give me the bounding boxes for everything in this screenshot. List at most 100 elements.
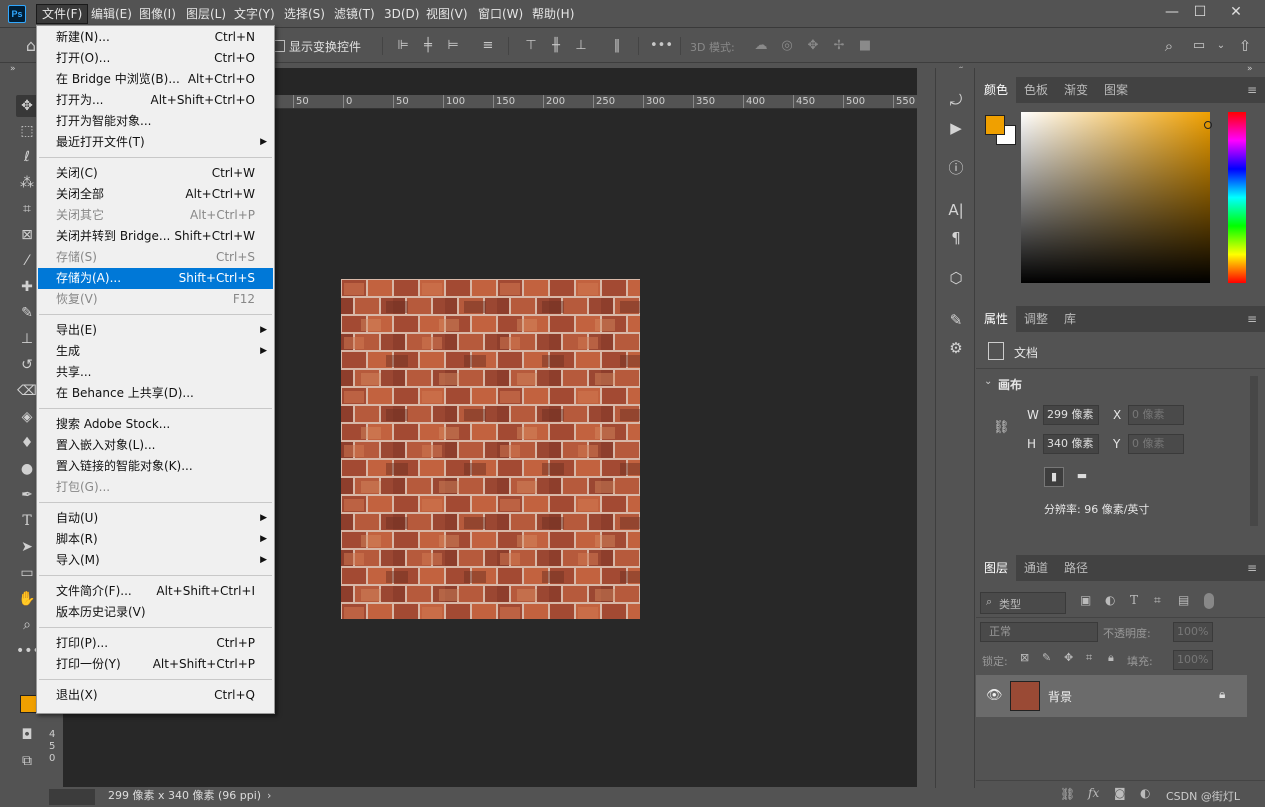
file-menu-item[interactable]: 在 Behance 上共享(D)... — [38, 383, 273, 404]
x-field[interactable]: 0 像素 — [1128, 405, 1184, 425]
type-tool-icon[interactable]: T — [16, 510, 38, 532]
edit-toolbar-icon[interactable]: ••• — [16, 640, 41, 662]
properties-scrollbar[interactable] — [1250, 376, 1258, 526]
info-panel-icon[interactable]: ⓘ — [944, 156, 968, 180]
lock-all-icon[interactable]: 🔒︎ — [1108, 651, 1114, 665]
zoom-tool-icon[interactable]: ⌕ — [16, 614, 38, 636]
blur-tool-icon[interactable]: ♦ — [16, 432, 38, 454]
align-hcenter-icon[interactable]: ╪ — [419, 37, 437, 55]
file-menu-item[interactable]: 退出(X) Ctrl+Q — [38, 685, 273, 706]
orbit-3d-icon[interactable]: ☁ — [752, 37, 770, 55]
menu-file[interactable]: 文件(F) — [36, 4, 89, 24]
pen-tool-icon[interactable]: ✒ — [16, 484, 38, 506]
align-vcenter-icon[interactable]: ╫ — [547, 37, 565, 55]
hue-slider[interactable] — [1228, 112, 1246, 283]
file-menu-item[interactable]: 脚本(R) ▶ — [38, 529, 273, 550]
slide-3d-icon[interactable]: ✢ — [830, 37, 848, 55]
lasso-tool-icon[interactable]: ℓ — [16, 146, 38, 168]
tab-color[interactable]: 颜色 — [976, 77, 1017, 103]
file-menu-item[interactable]: 打印(P)... Ctrl+P — [38, 633, 273, 654]
file-menu-item[interactable]: 最近打开文件(T) ▶ — [38, 132, 273, 153]
width-field[interactable]: 299 像素 — [1043, 405, 1099, 425]
file-menu-item[interactable]: 导出(E) ▶ — [38, 320, 273, 341]
file-menu-item[interactable]: 自动(U) ▶ — [38, 508, 273, 529]
tab-paths[interactable]: 路径 — [1056, 555, 1096, 581]
file-menu-item[interactable]: 共享... — [38, 362, 273, 383]
marquee-tool-icon[interactable]: ⬚ — [16, 120, 38, 142]
file-menu-item[interactable]: 打包(G)... — [38, 477, 273, 498]
fx-icon[interactable]: fx — [1088, 786, 1099, 800]
chevron-down-icon[interactable]: ⌄ — [1212, 37, 1230, 55]
file-menu-item[interactable]: 导入(M) ▶ — [38, 550, 273, 571]
file-menu-item[interactable]: 存储(S) Ctrl+S — [38, 247, 273, 268]
3d-panel-icon[interactable]: ⬡ — [944, 266, 968, 290]
adjustment-filter-icon[interactable]: ◐ — [1105, 593, 1115, 607]
opacity-field[interactable]: 100% — [1173, 622, 1213, 642]
panel-menu-icon[interactable]: ≡ — [1247, 312, 1257, 326]
hand-tool-icon[interactable]: ✋ — [16, 588, 38, 610]
menu-view[interactable]: 视图(V) — [421, 4, 473, 24]
pixel-filter-icon[interactable]: ▣ — [1080, 593, 1091, 607]
share-icon[interactable]: ⇧ — [1236, 37, 1254, 55]
file-menu-item[interactable]: 关闭其它 Alt+Ctrl+P — [38, 205, 273, 226]
shape-filter-icon[interactable]: ⌗ — [1154, 593, 1161, 608]
camera-3d-icon[interactable]: ■ — [856, 37, 874, 55]
file-menu-item[interactable]: 版本历史记录(V) — [38, 602, 273, 623]
lock-pixels-icon[interactable]: ✎ — [1042, 651, 1051, 664]
type-filter-icon[interactable]: T — [1130, 593, 1138, 607]
paint-bucket-tool-icon[interactable]: ◈ — [16, 406, 38, 428]
zoom-field[interactable] — [49, 789, 95, 805]
quick-mask-icon[interactable]: ◘ — [16, 724, 38, 746]
eraser-tool-icon[interactable]: ⌫ — [16, 380, 38, 402]
chevron-down-icon[interactable]: ⌄ — [984, 376, 992, 387]
file-menu-item[interactable]: 新建(N)... Ctrl+N — [38, 27, 273, 48]
menu-type[interactable]: 文字(Y) — [229, 4, 280, 24]
file-menu-item[interactable]: 搜索 Adobe Stock... — [38, 414, 273, 435]
rectangle-tool-icon[interactable]: ▭ — [16, 562, 38, 584]
landscape-orientation-icon[interactable]: ▬ — [1072, 467, 1092, 487]
lock-transparency-icon[interactable]: ⊠ — [1020, 651, 1029, 664]
character-panel-icon[interactable]: A| — [944, 198, 968, 222]
link-layers-icon[interactable]: ⛓ — [1060, 787, 1075, 801]
fill-field[interactable]: 100% — [1173, 650, 1213, 670]
file-menu-item[interactable]: 打开为智能对象... — [38, 111, 273, 132]
filter-toggle[interactable] — [1204, 593, 1214, 609]
file-menu-item[interactable]: 置入链接的智能对象(K)... — [38, 456, 273, 477]
clone-stamp-tool-icon[interactable]: ⊥ — [16, 328, 38, 350]
minimize-button[interactable]: — — [1158, 2, 1186, 22]
eye-icon[interactable]: 👁︎ — [986, 688, 1003, 703]
menu-layer[interactable]: 图层(L) — [181, 4, 231, 24]
history-panel-icon[interactable]: ⤾ — [944, 88, 968, 112]
menu-filter[interactable]: 滤镜(T) — [329, 4, 380, 24]
height-field[interactable]: 340 像素 — [1043, 434, 1099, 454]
workspace-icon[interactable]: ▭ — [1190, 37, 1208, 55]
healing-brush-tool-icon[interactable]: ✚ — [16, 276, 38, 298]
paragraph-panel-icon[interactable]: ¶ — [944, 226, 968, 250]
close-button[interactable]: ✕ — [1222, 2, 1250, 22]
smart-object-filter-icon[interactable]: ▤ — [1178, 593, 1189, 607]
layer-name[interactable]: 背景 — [1048, 688, 1072, 705]
adjust-settings-icon[interactable]: ⚙ — [944, 336, 968, 360]
menu-select[interactable]: 选择(S) — [279, 4, 330, 24]
actions-panel-icon[interactable]: ▶ — [944, 116, 968, 140]
distribute-v-icon[interactable]: ‖ — [608, 37, 626, 55]
path-selection-tool-icon[interactable]: ➤ — [16, 536, 38, 558]
eyedropper-tool-icon[interactable]: ⁄ — [16, 250, 38, 272]
panel-menu-icon[interactable]: ≡ — [1247, 561, 1257, 575]
tab-adjustments[interactable]: 调整 — [1016, 306, 1056, 332]
portrait-orientation-icon[interactable]: ▮ — [1044, 467, 1064, 487]
foreground-color-chip[interactable] — [985, 115, 1005, 135]
dodge-tool-icon[interactable]: ● — [16, 458, 38, 480]
link-icon[interactable]: ⛓ — [993, 420, 1010, 435]
tab-gradients[interactable]: 渐变 — [1056, 77, 1096, 103]
color-picker-cursor[interactable] — [1204, 121, 1212, 129]
lock-artboard-icon[interactable]: ⌗ — [1086, 651, 1092, 665]
color-field[interactable] — [1021, 112, 1210, 283]
file-menu-item[interactable]: 打开为... Alt+Shift+Ctrl+O — [38, 90, 273, 111]
menu-3d[interactable]: 3D(D) — [379, 4, 424, 24]
lock-position-icon[interactable]: ✥ — [1064, 651, 1073, 664]
file-menu-item[interactable]: 置入嵌入对象(L)... — [38, 435, 273, 456]
tab-channels[interactable]: 通道 — [1016, 555, 1056, 581]
search-icon[interactable]: ⌕ — [1160, 37, 1178, 55]
add-mask-icon[interactable]: ◙ — [1114, 786, 1126, 800]
